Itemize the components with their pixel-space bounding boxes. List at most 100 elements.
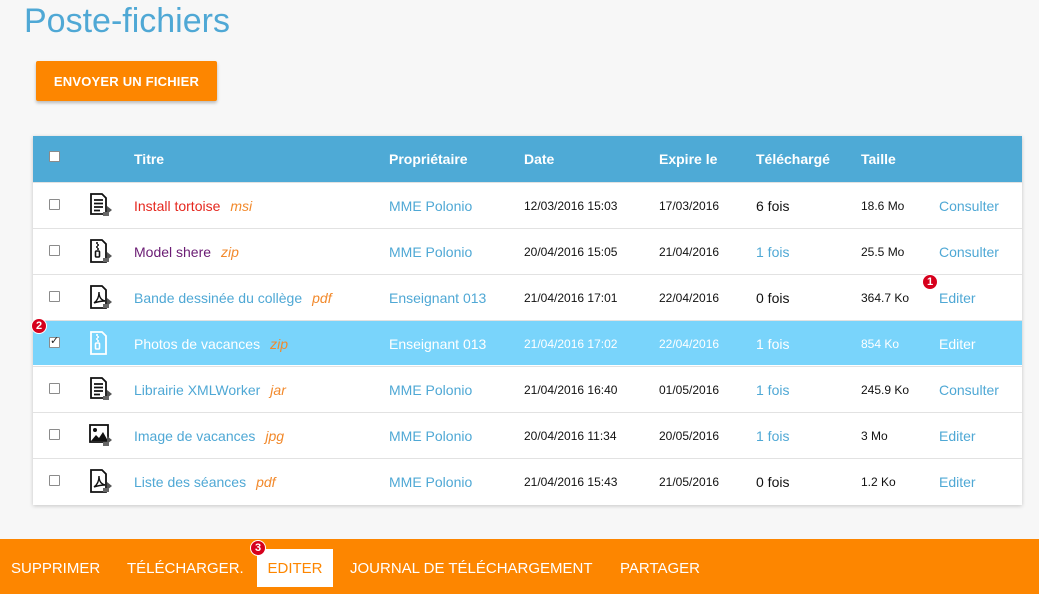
annotation-badge-3: 3 <box>250 540 266 556</box>
annotation-badge-2: 2 <box>31 318 47 334</box>
pdf-icon <box>88 284 114 310</box>
table-row[interactable]: Install tortoise msi MME Polonio 12/03/2016… <box>33 182 1022 227</box>
column-owner[interactable]: Propriétaire <box>389 151 468 167</box>
files-table: Titre Propriétaire Date Expire le Téléch… <box>33 136 1022 505</box>
row-checkbox[interactable] <box>49 429 60 440</box>
downloads-cell: 0 fois <box>756 473 790 490</box>
size-cell: 1.2 Ko <box>861 474 896 489</box>
file-title-cell: Install tortoise msi <box>134 183 252 228</box>
upload-file-button[interactable]: ENVOYER UN FICHIER <box>36 61 217 101</box>
date-cell: 21/04/2016 16:40 <box>524 382 618 397</box>
image-icon <box>88 422 114 448</box>
pdf-icon <box>88 468 114 494</box>
downloads-cell: 6 fois <box>756 197 790 214</box>
file-name-link[interactable]: Liste des séances <box>134 474 246 490</box>
document-icon <box>88 376 114 402</box>
share-button[interactable]: PARTAGER <box>620 549 700 587</box>
expires-cell: 22/04/2016 <box>659 290 720 305</box>
file-type: pdf <box>256 473 276 490</box>
size-cell: 364.7 Ko <box>861 290 910 305</box>
document-icon <box>88 192 114 218</box>
owner-link[interactable]: Enseignant 013 <box>389 275 486 320</box>
downloads-cell[interactable]: 1 fois <box>756 413 789 458</box>
owner-link[interactable]: MME Polonio <box>389 229 472 274</box>
column-expires[interactable]: Expire le <box>659 151 717 167</box>
row-action-link[interactable]: Editer <box>939 459 976 504</box>
row-action-link[interactable]: Editer <box>939 321 976 366</box>
expires-cell: 17/03/2016 <box>659 198 720 213</box>
file-type: pdf <box>312 289 332 306</box>
table-header: Titre Propriétaire Date Expire le Téléch… <box>33 136 1022 182</box>
size-cell: 3 Mo <box>861 428 888 443</box>
size-cell: 854 Ko <box>861 336 900 351</box>
file-name-link[interactable]: Model shere <box>134 244 211 260</box>
file-name-link[interactable]: Image de vacances <box>134 428 255 444</box>
file-title-cell: Liste des séances pdf <box>134 459 276 504</box>
owner-link[interactable]: MME Polonio <box>389 183 472 228</box>
downloads-cell: 0 fois <box>756 289 790 306</box>
date-cell: 21/04/2016 17:01 <box>524 290 618 305</box>
row-action-link[interactable]: Editer <box>939 275 976 320</box>
annotation-badge-1: 1 <box>922 274 938 290</box>
column-size[interactable]: Taille <box>861 151 896 167</box>
file-type: jpg <box>265 427 285 444</box>
file-title-cell: Librairie XMLWorker jar <box>134 367 286 412</box>
download-button[interactable]: TÉLÉCHARGER. <box>127 549 244 587</box>
expires-cell: 22/04/2016 <box>659 336 720 351</box>
row-action-link[interactable]: Editer <box>939 413 976 458</box>
zip-icon <box>88 238 114 264</box>
column-downloaded[interactable]: Téléchargé <box>756 151 830 167</box>
file-title-cell: Model shere zip <box>134 229 239 274</box>
downloads-cell[interactable]: 1 fois <box>756 229 789 274</box>
row-action-link[interactable]: Consulter <box>939 367 999 412</box>
file-type: jar <box>270 381 286 398</box>
expires-cell: 01/05/2016 <box>659 382 720 397</box>
column-title[interactable]: Titre <box>134 151 164 167</box>
downloads-cell[interactable]: 1 fois <box>756 367 789 412</box>
date-cell: 21/04/2016 17:02 <box>524 336 618 351</box>
expires-cell: 20/05/2016 <box>659 428 720 443</box>
date-cell: 20/04/2016 15:05 <box>524 244 618 259</box>
owner-link[interactable]: Enseignant 013 <box>389 321 486 366</box>
table-row[interactable]: Photos de vacances zip Enseignant 013 21/04… <box>33 320 1022 365</box>
file-title-cell: Bande dessinée du collège pdf <box>134 275 332 320</box>
row-action-link[interactable]: Consulter <box>939 183 999 228</box>
file-type: zip <box>221 243 239 260</box>
download-log-button[interactable]: JOURNAL DE TÉLÉCHARGEMENT <box>350 549 593 587</box>
zip-icon <box>88 330 114 356</box>
table-row[interactable]: Librairie XMLWorker jar MME Polonio 21/04/2… <box>33 366 1022 411</box>
date-cell: 21/04/2016 15:43 <box>524 474 618 489</box>
date-cell: 20/04/2016 11:34 <box>524 428 617 443</box>
file-type: zip <box>270 335 288 352</box>
column-date[interactable]: Date <box>524 151 554 167</box>
row-checkbox[interactable] <box>49 245 60 256</box>
row-checkbox[interactable] <box>49 291 60 302</box>
file-type: msi <box>230 197 253 214</box>
expires-cell: 21/05/2016 <box>659 474 720 489</box>
row-checkbox[interactable] <box>49 383 60 394</box>
file-title-cell: Photos de vacances zip <box>134 321 288 366</box>
page-title: Poste-fichiers <box>24 2 230 40</box>
table-row[interactable]: Image de vacances jpg MME Polonio 20/04/201… <box>33 412 1022 457</box>
edit-button[interactable]: EDITER <box>257 549 333 587</box>
table-row[interactable]: Model shere zip MME Polonio 20/04/2016 15:0… <box>33 228 1022 273</box>
action-toolbar: SUPPRIMER TÉLÉCHARGER. EDITER JOURNAL DE… <box>0 539 1039 594</box>
row-checkbox[interactable] <box>49 334 60 348</box>
downloads-cell[interactable]: 1 fois <box>756 321 789 366</box>
file-name-link[interactable]: Install tortoise <box>134 198 220 214</box>
table-row[interactable]: Liste des séances pdf MME Polonio 21/04/201… <box>33 458 1022 503</box>
row-checkbox[interactable] <box>49 199 60 210</box>
file-name-link[interactable]: Librairie XMLWorker <box>134 382 260 398</box>
delete-button[interactable]: SUPPRIMER <box>11 549 100 587</box>
owner-link[interactable]: MME Polonio <box>389 413 472 458</box>
owner-link[interactable]: MME Polonio <box>389 367 472 412</box>
row-checkbox[interactable] <box>49 475 60 486</box>
file-name-link[interactable]: Photos de vacances <box>134 336 260 352</box>
row-action-link[interactable]: Consulter <box>939 229 999 274</box>
table-row[interactable]: Bande dessinée du collège pdf Enseignant 0… <box>33 274 1022 319</box>
file-title-cell: Image de vacances jpg <box>134 413 284 458</box>
select-all-checkbox[interactable] <box>49 151 60 162</box>
file-name-link[interactable]: Bande dessinée du collège <box>134 290 302 306</box>
owner-link[interactable]: MME Polonio <box>389 459 472 504</box>
size-cell: 25.5 Mo <box>861 244 905 259</box>
